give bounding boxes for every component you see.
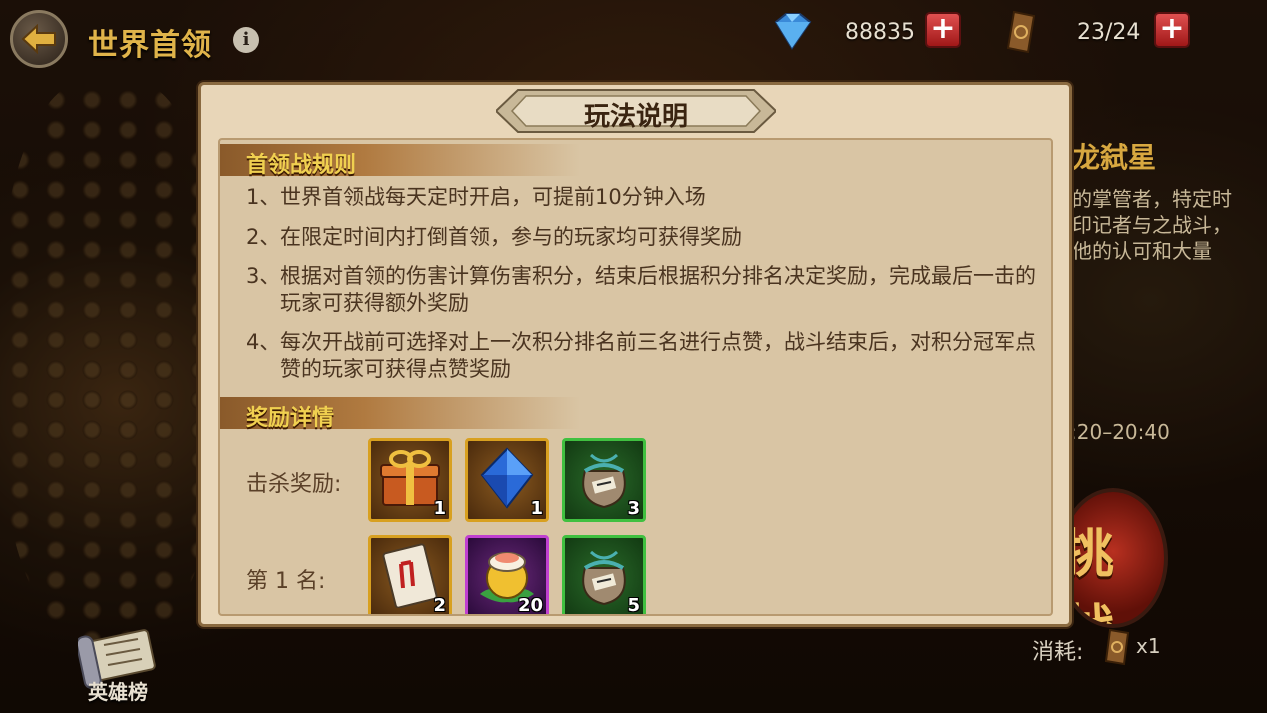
rule-number: 3、 — [246, 264, 281, 288]
rule-text: 每次开战前可选择对上一次积分排名前三名进行点赞，战斗结束后，对积分冠军点赞的玩家… — [280, 330, 1036, 381]
item-count: 5 — [627, 595, 640, 616]
item-count: 3 — [627, 498, 640, 519]
cost-count: x1 — [1136, 634, 1161, 658]
item-count: 20 — [517, 595, 543, 616]
rule-number: 2、 — [246, 225, 281, 249]
page-title: 世界首领 — [88, 28, 212, 63]
reward-item[interactable]: 3 — [562, 438, 646, 522]
challenge-button[interactable]: 挑战 — [1058, 488, 1168, 628]
item-count: 2 — [433, 595, 446, 616]
rule-number: 4、 — [246, 330, 281, 354]
dialog-title: 玩法说明 — [583, 102, 688, 132]
rule-item: 2、 在限定时间内打倒首领，参与的玩家均可获得奖励 — [246, 224, 1036, 251]
rule-text: 根据对首领的伤害计算伤害积分，结束后根据积分排名决定奖励，完成最后一击的玩家可获… — [280, 264, 1036, 315]
boss-description: 的掌管者，特定时 印记者与之战斗， 他的认可和大量 — [1072, 187, 1232, 263]
rules-header-text: 首领战规则 — [246, 153, 357, 178]
top-bar: 世界首领 i 88835 + 23/24 + — [0, 0, 1267, 78]
rule-text: 世界首领战每天定时开启，可提前10分钟入场 — [280, 185, 706, 209]
rule-text: 在限定时间内打倒首领，参与的玩家均可获得奖励 — [280, 225, 742, 249]
diamond-icon — [774, 13, 812, 50]
challenge-label: 挑战 — [1062, 525, 1115, 624]
diamond-count: 88835 — [845, 20, 915, 45]
reward-item[interactable]: 1 — [368, 438, 452, 522]
rule-item: 1、 世界首领战每天定时开启，可提前10分钟入场 — [246, 184, 1036, 211]
rule-number: 1、 — [246, 185, 281, 209]
event-time: :20–20:40 — [1070, 420, 1170, 444]
rules-section-header: 首领战规则 — [220, 144, 580, 178]
add-diamond-button[interactable]: + — [925, 12, 961, 48]
rules-content-panel: 首领战规则 1、 世界首领战每天定时开启，可提前10分钟入场 2、 在限定时间内… — [218, 138, 1053, 616]
back-button[interactable] — [10, 10, 68, 68]
reward-item[interactable]: 2 — [368, 535, 452, 616]
token-icon — [1006, 10, 1036, 54]
cost-label: 消耗: — [1032, 640, 1084, 665]
reward-item[interactable]: 5 — [562, 535, 646, 616]
boss-name: 龙弑星 — [1072, 141, 1157, 174]
rewards-section-header: 奖励详情 — [220, 397, 580, 431]
rule-item: 4、 每次开战前可选择对上一次积分排名前三名进行点赞，战斗结束后，对积分冠军点赞… — [246, 329, 1036, 383]
reward-row-label: 第 1 名: — [246, 569, 326, 594]
hero-rank-label: 英雄榜 — [88, 680, 148, 704]
token-count: 23/24 — [1077, 20, 1141, 45]
reward-item[interactable]: 1 — [465, 438, 549, 522]
rule-item: 3、 根据对首领的伤害计算伤害积分，结束后根据积分排名决定奖励，完成最后一击的玩… — [246, 263, 1036, 317]
rewards-header-text: 奖励详情 — [246, 406, 335, 431]
item-count: 1 — [433, 498, 446, 519]
reward-item[interactable]: 20 — [465, 535, 549, 616]
info-icon[interactable]: i — [233, 27, 259, 53]
add-token-button[interactable]: + — [1154, 12, 1190, 48]
token-icon — [1104, 628, 1130, 666]
back-arrow-icon — [21, 24, 56, 54]
reward-row-label: 击杀奖励: — [246, 472, 342, 497]
item-count: 1 — [530, 498, 543, 519]
